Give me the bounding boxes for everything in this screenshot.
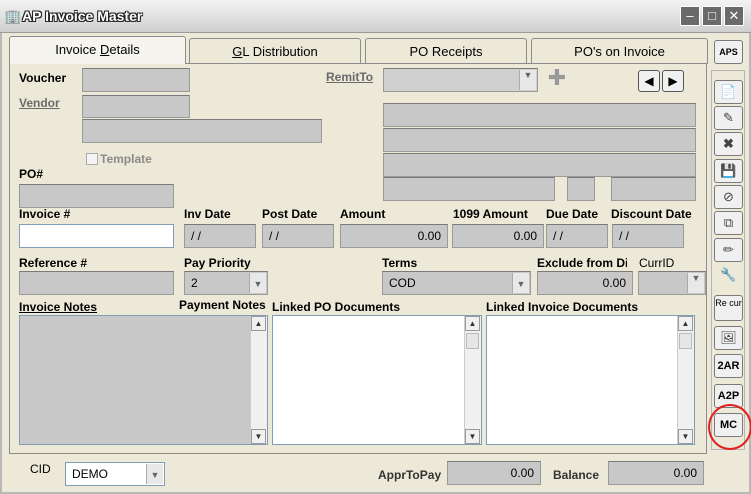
pay-priority-value: 2 [191, 276, 198, 290]
remit-zip-field[interactable] [611, 177, 696, 201]
amount-field[interactable]: 0.00 [340, 224, 448, 248]
pay-priority-combo[interactable]: 2 ▼ [184, 271, 268, 295]
close-button[interactable]: ✕ [724, 6, 744, 26]
vendor-link[interactable]: Vendor [19, 96, 60, 110]
amount-1099-label: 1099 Amount [453, 207, 528, 221]
cid-combo[interactable]: DEMO ▼ [65, 462, 165, 486]
terms-value: COD [389, 276, 416, 290]
curr-id-label: CurrID [639, 256, 675, 270]
plus-icon[interactable]: ✚ [546, 67, 568, 90]
scrollbar[interactable]: ▲ ▼ [250, 316, 267, 444]
tab-invoice-details[interactable]: Invoice Details [9, 36, 186, 64]
due-date-label: Due Date [546, 207, 599, 221]
voucher-label: Voucher [19, 71, 67, 85]
vendor-name-field[interactable] [82, 119, 322, 143]
cid-value: DEMO [72, 467, 108, 481]
scroll-thumb[interactable] [466, 333, 479, 349]
remit-address-line-3[interactable] [383, 153, 696, 177]
discount-date-field[interactable]: / / [612, 224, 684, 248]
invoice-notes-label: Invoice Notes [19, 300, 98, 314]
appr-to-pay-label: ApprToPay [378, 468, 442, 482]
remit-city-field[interactable] [383, 177, 555, 201]
remit-to-link[interactable]: RemitTo [326, 70, 373, 84]
remit-address-line-1[interactable] [383, 103, 696, 127]
template-checkbox[interactable] [86, 153, 98, 165]
due-date-field[interactable]: / / [546, 224, 608, 248]
scroll-up-icon[interactable]: ▲ [251, 316, 266, 331]
next-button[interactable]: ▶ [662, 70, 684, 92]
new-record-icon[interactable]: 📄 [714, 80, 743, 104]
scroll-down-icon[interactable]: ▼ [678, 429, 693, 444]
linked-po-documents-list[interactable]: ▲ ▼ [272, 315, 482, 445]
remit-to-combo[interactable]: ▼ [383, 68, 538, 92]
discount-date-label: Discount Date [611, 207, 692, 221]
scroll-up-icon[interactable]: ▲ [465, 316, 480, 331]
po-field[interactable] [19, 184, 174, 208]
scroll-down-icon[interactable]: ▼ [251, 429, 266, 444]
terms-combo[interactable]: COD ▼ [382, 271, 531, 295]
exclude-from-di-field[interactable]: 0.00 [537, 271, 633, 295]
appr-to-pay-field: 0.00 [447, 461, 541, 485]
wrench-icon[interactable]: 🔧 [714, 264, 743, 292]
highlight-circle [708, 404, 751, 450]
post-date-label: Post Date [262, 207, 318, 221]
po-label: PO# [19, 167, 44, 181]
cancel-icon[interactable]: ⊘ [714, 185, 743, 209]
chevron-down-icon[interactable]: ▼ [512, 273, 529, 293]
pay-priority-label: Pay Priority [184, 256, 251, 270]
chevron-down-icon[interactable]: ▼ [249, 273, 266, 293]
invoice-number-label: Invoice # [19, 207, 71, 221]
curr-id-combo[interactable]: ▼ [638, 271, 706, 295]
aps-button[interactable]: APS [714, 40, 743, 64]
scrollbar[interactable]: ▲ ▼ [464, 316, 481, 444]
scroll-down-icon[interactable]: ▼ [465, 429, 480, 444]
building-icon: 🏢 [4, 8, 22, 24]
balance-field: 0.00 [608, 461, 704, 485]
inv-date-label: Inv Date [184, 207, 231, 221]
scroll-thumb[interactable] [679, 333, 692, 349]
previous-button[interactable]: ◀ [638, 70, 660, 92]
tab-gl-distribution[interactable]: GL Distribution [189, 38, 361, 64]
amount-label: Amount [340, 207, 386, 221]
linked-invoice-documents-list[interactable]: ▲ ▼ [486, 315, 695, 445]
vendor-id-field[interactable] [82, 95, 190, 118]
window-title: AP Invoice Master [22, 8, 143, 24]
chevron-down-icon[interactable]: ▼ [519, 70, 536, 90]
invoice-number-input[interactable] [19, 224, 174, 248]
inv-date-field[interactable]: / / [184, 224, 256, 248]
tab-pos-on-invoice[interactable]: PO's on Invoice [531, 38, 708, 64]
notes-icon[interactable]: ✏ [714, 238, 743, 262]
amount-1099-field[interactable]: 0.00 [452, 224, 544, 248]
remit-state-field[interactable] [567, 177, 595, 201]
maximize-button[interactable]: □ [702, 6, 722, 26]
invoice-notes-textarea[interactable]: ▲ ▼ [19, 315, 268, 445]
edit-icon[interactable]: ✎ [714, 106, 743, 130]
reference-field[interactable] [19, 271, 174, 295]
linked-po-documents-label: Linked PO Documents [272, 300, 401, 314]
payment-notes-label: Payment Notes [179, 298, 266, 312]
voucher-field[interactable] [82, 68, 190, 92]
scrollbar[interactable]: ▲ ▼ [677, 316, 694, 444]
linked-invoice-documents-label: Linked Invoice Documents [486, 300, 639, 314]
recur-button[interactable]: Re cur [714, 295, 743, 321]
image-icon[interactable]: 🖼 [714, 326, 743, 350]
cid-label: CID [30, 462, 51, 476]
delete-icon[interactable]: ✖ [714, 132, 743, 156]
terms-label: Terms [382, 256, 418, 270]
copy-icon[interactable]: ⧉ [714, 211, 743, 235]
scroll-up-icon[interactable]: ▲ [678, 316, 693, 331]
to-ar-button[interactable]: 2AR [714, 354, 743, 378]
template-label: Template [100, 152, 152, 166]
reference-label: Reference # [19, 256, 88, 270]
chevron-down-icon[interactable]: ▼ [146, 464, 163, 484]
save-icon[interactable]: 💾 [714, 159, 743, 183]
post-date-field[interactable]: / / [262, 224, 334, 248]
balance-label: Balance [553, 468, 600, 482]
remit-address-line-2[interactable] [383, 128, 696, 152]
tab-po-receipts[interactable]: PO Receipts [365, 38, 527, 64]
exclude-from-di-label: Exclude from Di [537, 256, 627, 270]
minimize-button[interactable]: – [680, 6, 700, 26]
chevron-down-icon[interactable]: ▼ [687, 273, 704, 293]
